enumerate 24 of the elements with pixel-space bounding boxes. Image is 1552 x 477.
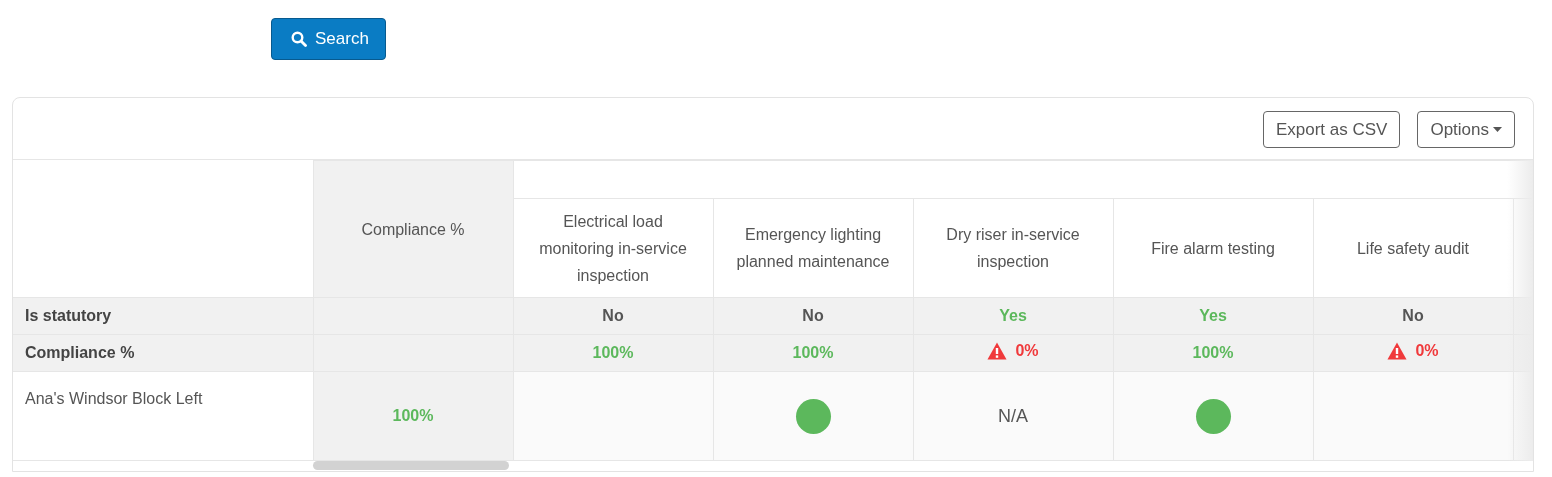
site-name: Ana's Windsor Block Left [13, 371, 313, 461]
row-label: Is statutory [13, 297, 313, 335]
column-header: Compliance % [313, 160, 513, 298]
search-button[interactable]: Search [271, 18, 386, 60]
column-header: Emergency lighting planned maintenance [713, 198, 913, 298]
column-header: Life safety audit [1313, 198, 1513, 298]
column-header: Dry riser in-service inspection [913, 198, 1113, 298]
compliance-value: 100% [592, 344, 634, 362]
compliance-value: 100% [392, 407, 434, 424]
statutory-value: No [1402, 307, 1424, 324]
column-header: Fire alarm testing [1113, 198, 1313, 298]
status-text: N/A [998, 405, 1028, 426]
statutory-value: Yes [1199, 307, 1227, 324]
compliance-value: 100% [1192, 344, 1234, 362]
compliance-value: 0% [1415, 342, 1439, 360]
statutory-value: No [602, 307, 624, 324]
row-label: Compliance % [13, 334, 313, 372]
export-button[interactable]: Export as CSV [1262, 111, 1401, 148]
column-header: Electrical load monitoring in-service inspection [513, 198, 713, 298]
options-dropdown[interactable]: Options [1417, 111, 1515, 148]
compliance-value: 100% [792, 344, 834, 362]
statutory-value: No [802, 307, 824, 324]
statutory-value: Yes [999, 307, 1027, 324]
compliance-value: 0% [1015, 342, 1039, 360]
